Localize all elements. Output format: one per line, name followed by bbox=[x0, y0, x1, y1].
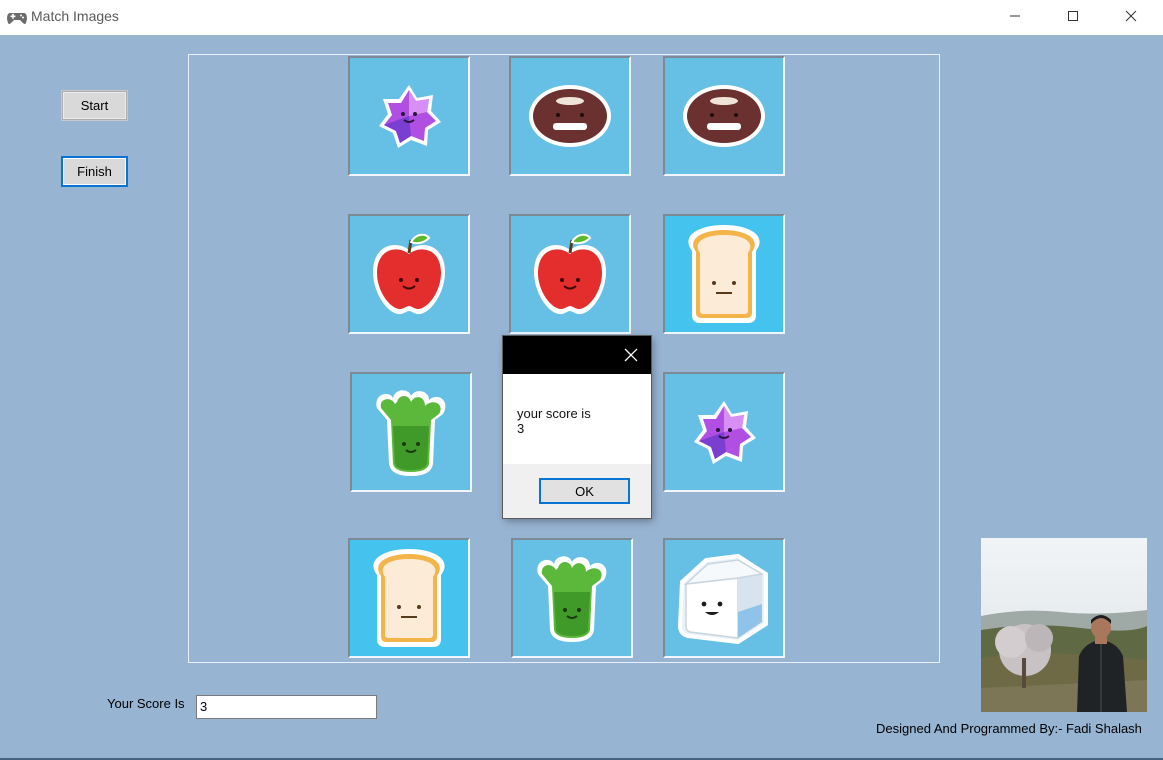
toast-icon bbox=[688, 225, 760, 323]
close-button[interactable] bbox=[1102, 0, 1160, 32]
milk-carton-icon bbox=[677, 553, 768, 644]
dialog-close-button[interactable] bbox=[619, 344, 643, 366]
tile-apple[interactable] bbox=[509, 214, 631, 334]
coconut-icon bbox=[529, 85, 611, 147]
apple-icon bbox=[534, 233, 606, 315]
tile-apple[interactable] bbox=[348, 214, 470, 334]
tile-broccoli[interactable] bbox=[350, 372, 472, 492]
window-title: Match Images bbox=[31, 8, 119, 24]
developer-photo bbox=[981, 538, 1147, 712]
close-icon bbox=[624, 348, 638, 362]
tile-toast[interactable] bbox=[348, 538, 470, 658]
maximize-button[interactable] bbox=[1044, 0, 1102, 32]
dialog-message-line2: 3 bbox=[517, 421, 525, 436]
credit-text: Designed And Programmed By:- Fadi Shalas… bbox=[876, 721, 1142, 736]
finish-button[interactable]: Finish bbox=[61, 156, 128, 187]
toast-icon bbox=[373, 549, 445, 647]
tile-toast[interactable] bbox=[663, 214, 785, 334]
start-button[interactable]: Start bbox=[61, 90, 128, 121]
minimize-button[interactable] bbox=[986, 0, 1044, 32]
dialog-footer: OK bbox=[503, 464, 651, 518]
dialog-message-line1: your score is bbox=[517, 406, 591, 421]
tile-broccoli[interactable] bbox=[511, 538, 633, 658]
close-icon bbox=[1125, 10, 1137, 22]
score-label: Your Score Is bbox=[107, 696, 185, 711]
score-input[interactable]: 3 bbox=[196, 695, 377, 719]
tile-milk-carton[interactable] bbox=[663, 538, 785, 658]
coconut-icon bbox=[683, 85, 765, 147]
apple-icon bbox=[373, 233, 445, 315]
score-message-dialog: your score is 3 OK bbox=[503, 336, 651, 518]
minimize-icon bbox=[1010, 15, 1020, 17]
dialog-message: your score is 3 bbox=[517, 406, 591, 436]
purple-star-candy-icon bbox=[379, 85, 441, 148]
tile-coconut[interactable] bbox=[509, 56, 631, 176]
purple-star-candy-icon bbox=[694, 401, 756, 464]
ok-button[interactable]: OK bbox=[539, 478, 630, 504]
gamepad-icon bbox=[6, 7, 28, 27]
tile-purple-star[interactable] bbox=[663, 372, 785, 492]
dialog-title-bar bbox=[503, 336, 651, 374]
tile-coconut[interactable] bbox=[663, 56, 785, 176]
maximize-icon bbox=[1068, 11, 1078, 21]
tile-purple-star[interactable] bbox=[348, 56, 470, 176]
broccoli-icon bbox=[537, 556, 607, 642]
title-bar: Match Images bbox=[0, 0, 1163, 35]
broccoli-icon bbox=[376, 390, 446, 476]
